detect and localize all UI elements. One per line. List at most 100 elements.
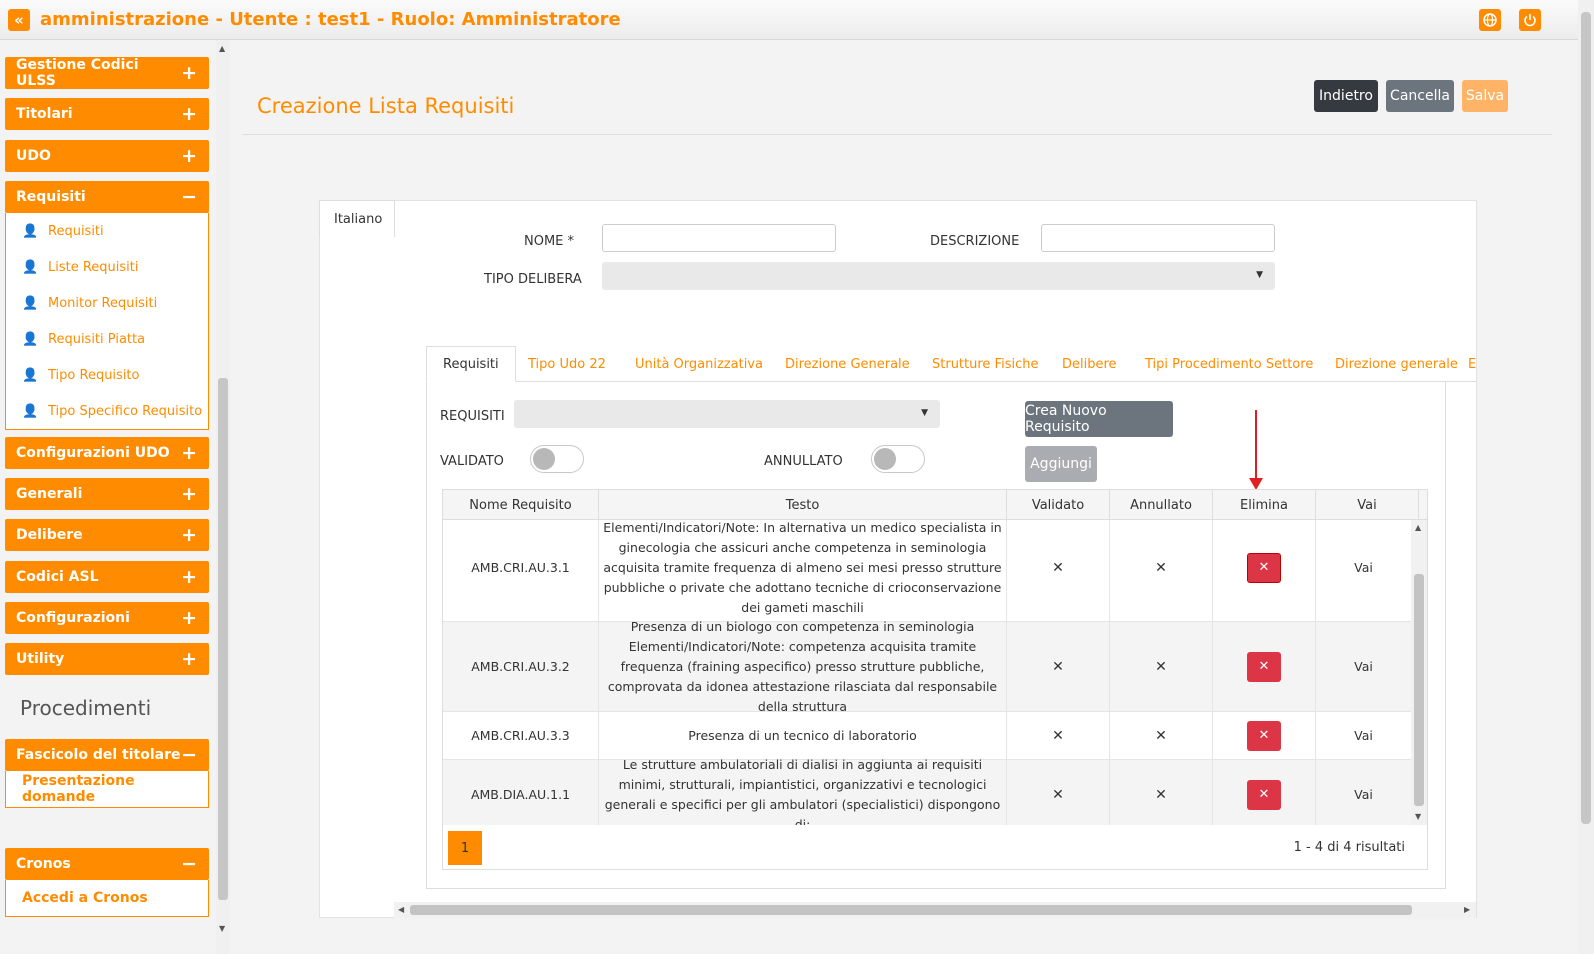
vai-link[interactable]: Vai	[1316, 520, 1411, 621]
power-icon[interactable]	[1519, 9, 1541, 31]
minus-icon: −	[181, 744, 197, 766]
menu-utility[interactable]: Utility +	[5, 643, 209, 675]
menu-gestione-codici-ulss[interactable]: Gestione Codici ULSS +	[5, 57, 209, 89]
tab-overflow[interactable]: E	[1468, 346, 1476, 382]
validato-toggle[interactable]	[530, 445, 584, 473]
scroll-left-icon[interactable]: ◀	[398, 905, 404, 914]
tab-direzione-generale-2[interactable]: Direzione generale	[1335, 346, 1458, 382]
menu-codici-asl[interactable]: Codici ASL +	[5, 561, 209, 593]
close-icon: ✕	[1155, 559, 1167, 576]
delete-button[interactable]: ✕	[1247, 779, 1281, 810]
delete-button[interactable]: ✕	[1247, 720, 1281, 751]
double-chevron-left-icon[interactable]: «	[8, 9, 30, 31]
annullato-label: ANNULLATO	[764, 454, 843, 469]
table-body: AMB.CRI.AU.3.1 Elementi/Indicatori/Note:…	[443, 520, 1427, 825]
plus-icon: +	[181, 442, 197, 464]
requisiti-select[interactable]: ▼	[514, 400, 940, 428]
sidebar-scrollbar[interactable]	[216, 40, 230, 954]
plus-icon: +	[181, 607, 197, 629]
scroll-down-icon[interactable]: ▼	[219, 924, 225, 933]
close-icon: ✕	[1052, 559, 1064, 576]
table-row: AMB.CRI.AU.3.2 Presenza di un biologo co…	[443, 619, 1411, 714]
page-title: Creazione Lista Requisiti	[257, 94, 515, 118]
tab-tipi-procedimento-settore[interactable]: Tipi Procedimento Settore	[1145, 346, 1313, 382]
annullato-toggle[interactable]	[871, 445, 925, 473]
sidebar-item-accedi-cronos[interactable]: Accedi a Cronos	[6, 880, 208, 916]
plus-icon: +	[181, 524, 197, 546]
vai-link[interactable]: Vai	[1316, 712, 1411, 759]
user-edit-icon: 👤	[22, 295, 39, 311]
menu-configurazioni-udo[interactable]: Configurazioni UDO +	[5, 437, 209, 469]
col-vai[interactable]: Vai	[1316, 490, 1419, 520]
globe-icon[interactable]	[1479, 9, 1501, 31]
tipo-delibera-label: TIPO DELIBERA	[484, 272, 582, 287]
sidebar-item-requisiti-piatta[interactable]: 👤 Requisiti Piatta	[6, 321, 208, 357]
sidebar-item-presentazione-domande[interactable]: Presentazione domande	[6, 771, 208, 807]
menu-configurazioni[interactable]: Configurazioni +	[5, 602, 209, 634]
tab-strutture-fisiche[interactable]: Strutture Fisiche	[932, 346, 1038, 382]
scroll-right-icon[interactable]: ▶	[1464, 905, 1470, 914]
tab-requisiti[interactable]: Requisiti	[426, 346, 516, 382]
section-tabs: Requisiti Tipo Udo 22 Unità Organizzativ…	[426, 346, 1476, 382]
page-scrollbar[interactable]	[1578, 0, 1594, 954]
requisiti-table: Nome Requisito Testo Validato Annullato …	[442, 489, 1428, 870]
scroll-up-icon[interactable]: ▲	[1415, 523, 1421, 532]
crea-nuovo-requisito-button[interactable]: Crea Nuovo Requisito	[1025, 401, 1173, 437]
menu-delibere[interactable]: Delibere +	[5, 519, 209, 551]
table-scrollbar[interactable]: ▲ ▼	[1411, 520, 1427, 825]
vai-link[interactable]: Vai	[1316, 760, 1411, 825]
user-edit-icon: 👤	[22, 367, 39, 383]
tipo-delibera-select[interactable]: ▼	[602, 262, 1275, 290]
nome-label: NOME *	[524, 234, 575, 249]
minus-icon: −	[181, 186, 197, 208]
annotation-arrow	[1255, 410, 1257, 480]
scroll-up-icon[interactable]: ▲	[219, 44, 225, 53]
minus-icon: −	[181, 853, 197, 875]
plus-icon: +	[181, 103, 197, 125]
delete-button[interactable]: ✕	[1247, 552, 1281, 583]
aggiungi-button[interactable]: Aggiungi	[1025, 446, 1097, 482]
plus-icon: +	[181, 62, 197, 84]
close-icon: ✕	[1155, 786, 1167, 803]
cancel-button[interactable]: Cancella	[1386, 80, 1454, 112]
page-button[interactable]: 1	[448, 831, 482, 865]
sidebar-item-liste-requisiti[interactable]: 👤 Liste Requisiti	[6, 249, 208, 285]
horizontal-scrollbar[interactable]: ◀ ▶	[394, 902, 1476, 918]
nome-input[interactable]	[602, 224, 836, 252]
tab-direzione-generale[interactable]: Direzione Generale	[785, 346, 910, 382]
menu-fascicolo-titolare[interactable]: Fascicolo del titolare −	[5, 739, 209, 771]
save-button[interactable]: Salva	[1462, 80, 1508, 112]
back-button[interactable]: Indietro	[1314, 80, 1378, 112]
menu-requisiti[interactable]: Requisiti −	[5, 181, 209, 213]
tab-unita-organizzativa[interactable]: Unità Organizzativa	[635, 346, 763, 382]
tab-italiano[interactable]: Italiano	[319, 200, 395, 237]
descrizione-input[interactable]	[1041, 224, 1275, 252]
divider	[242, 134, 1552, 135]
close-icon: ✕	[1155, 658, 1167, 675]
menu-udo[interactable]: UDO +	[5, 140, 209, 172]
tab-delibere[interactable]: Delibere	[1062, 346, 1117, 382]
user-edit-icon: 👤	[22, 259, 39, 275]
col-elimina[interactable]: Elimina	[1213, 490, 1316, 520]
sidebar-item-tipo-specifico-requisito[interactable]: 👤 Tipo Specifico Requisito	[6, 393, 208, 429]
delete-button[interactable]: ✕	[1247, 651, 1281, 682]
requisiti-submenu: 👤 Requisiti 👤 Liste Requisiti 👤 Monitor Req…	[5, 213, 209, 430]
sidebar-item-monitor-requisiti[interactable]: 👤 Monitor Requisiti	[6, 285, 208, 321]
sidebar-item-tipo-requisito[interactable]: 👤 Tipo Requisito	[6, 357, 208, 393]
sidebar-item-requisiti[interactable]: 👤 Requisiti	[6, 213, 208, 249]
scroll-down-icon[interactable]: ▼	[1415, 812, 1421, 821]
chevron-down-icon: ▼	[921, 408, 928, 418]
col-annullato[interactable]: Annullato	[1110, 490, 1213, 520]
col-nome-requisito[interactable]: Nome Requisito	[443, 490, 599, 520]
menu-titolari[interactable]: Titolari +	[5, 98, 209, 130]
vai-link[interactable]: Vai	[1316, 622, 1411, 711]
user-edit-icon: 👤	[22, 223, 39, 239]
col-testo[interactable]: Testo	[599, 490, 1007, 520]
cronos-submenu: Accedi a Cronos	[5, 880, 209, 917]
user-edit-icon: 👤	[22, 403, 39, 419]
menu-generali[interactable]: Generali +	[5, 478, 209, 510]
menu-cronos[interactable]: Cronos −	[5, 848, 209, 880]
app-title: amministrazione - Utente : test1 - Ruolo…	[40, 9, 621, 30]
col-validato[interactable]: Validato	[1007, 490, 1110, 520]
tab-tipo-udo-22[interactable]: Tipo Udo 22	[528, 346, 606, 382]
